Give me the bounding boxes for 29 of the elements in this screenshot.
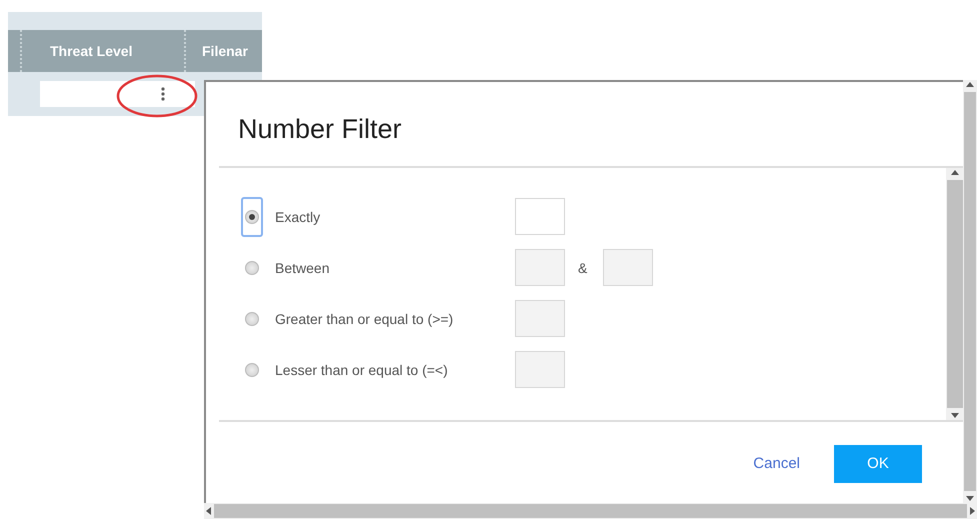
number-field[interactable] <box>515 249 565 286</box>
scroll-up-icon[interactable] <box>950 168 960 178</box>
scroll-left-icon[interactable] <box>204 506 214 516</box>
kebab-menu-icon[interactable] <box>161 87 165 101</box>
radio-button[interactable] <box>245 260 259 274</box>
column-header[interactable]: Threat Level <box>50 43 132 59</box>
number-field[interactable] <box>515 351 565 388</box>
range-separator: & <box>578 260 588 276</box>
scroll-up-icon[interactable] <box>965 80 975 90</box>
cancel-button[interactable]: Cancel <box>749 451 804 476</box>
option-label: Between <box>275 260 330 276</box>
scrollbar[interactable] <box>946 168 964 420</box>
radio-button[interactable] <box>245 312 259 326</box>
option-label: Exactly <box>275 208 322 224</box>
number-field[interactable] <box>515 300 565 337</box>
radio-button[interactable] <box>245 362 259 376</box>
option-label: Lesser than or equal to (=<) <box>275 362 449 378</box>
number-field[interactable] <box>515 198 565 235</box>
number-field[interactable] <box>603 249 653 286</box>
filter-field[interactable] <box>40 81 195 107</box>
scroll-right-icon[interactable] <box>967 506 977 516</box>
dialog-title: Number Filter <box>238 114 403 146</box>
column-header[interactable]: Filenar <box>202 43 248 59</box>
ok-button[interactable]: OK <box>834 444 922 482</box>
scrollbar[interactable] <box>963 80 977 503</box>
horizontal-scrollbar[interactable] <box>204 503 977 519</box>
option-label: Greater than or equal to (>=) <box>275 310 454 326</box>
radio-button[interactable] <box>245 210 259 224</box>
scroll-down-icon[interactable] <box>950 410 960 420</box>
